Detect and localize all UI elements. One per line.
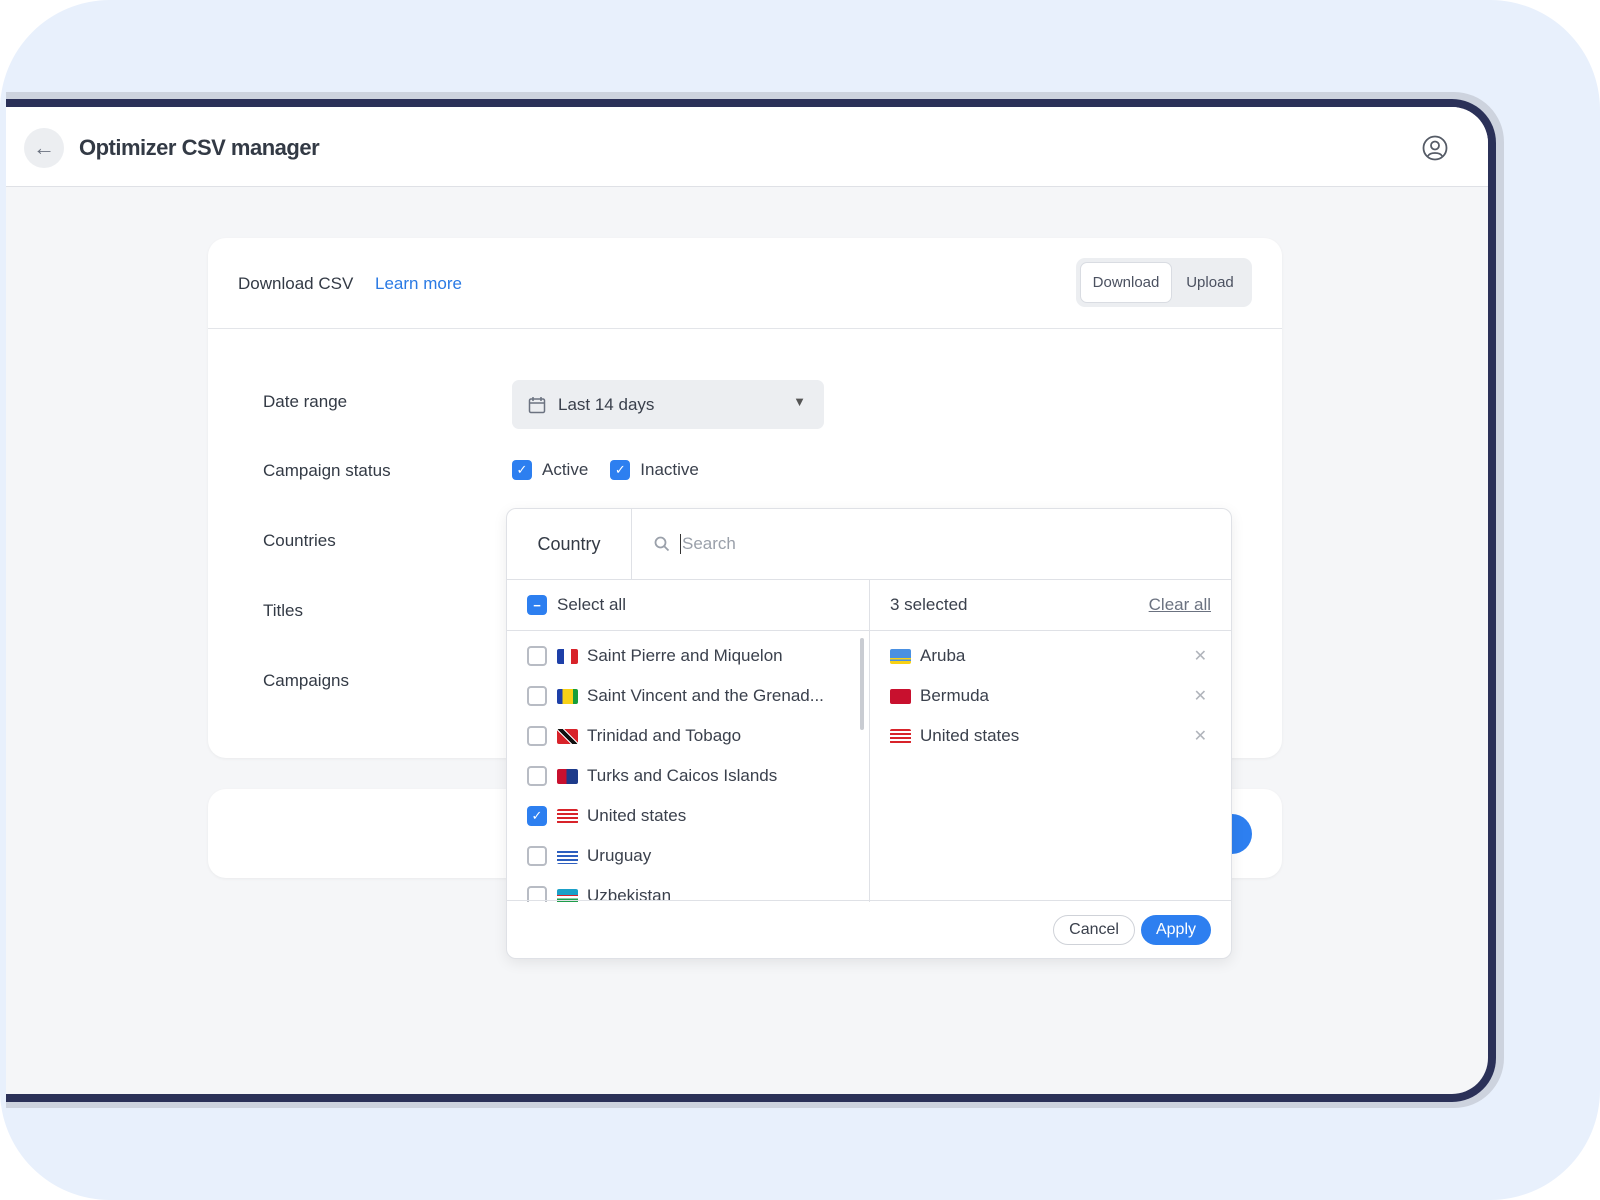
back-button[interactable]: ← [24,128,64,168]
available-countries: − Select all Saint Pierre and Miquelon Sa… [507,580,870,902]
country-dropdown: Country Search − Select all Saint Pierre… [506,508,1232,959]
active-checkbox[interactable]: ✓ [512,460,532,480]
calendar-icon [528,396,546,413]
remove-icon[interactable]: ✕ [1194,726,1207,746]
country-name: Bermuda [920,686,989,705]
search-icon [654,536,670,552]
remove-icon[interactable]: ✕ [1194,686,1207,706]
country-checkbox[interactable] [527,766,547,786]
selected-country-item: Aruba ✕ [870,636,1231,676]
flag-icon [557,688,578,704]
active-label: Active [542,460,589,479]
country-name: United states [920,726,1020,745]
search-input[interactable]: Search [632,509,1231,579]
select-all-row[interactable]: − Select all [507,580,869,631]
date-range-select[interactable]: Last 14 days ▼ [512,380,824,429]
flag-icon [557,848,578,864]
flag-icon [890,688,911,704]
country-checkbox[interactable] [527,646,547,666]
cancel-button[interactable]: Cancel [1053,914,1135,945]
arrow-left-icon: ← [33,135,55,160]
flag-icon [557,728,578,744]
chevron-down-icon: ▼ [793,394,806,409]
country-name: Trinidad and Tobago [587,726,742,745]
country-list-item[interactable]: Uruguay [507,836,869,876]
learn-more-link[interactable]: Learn more [375,274,462,294]
flag-icon [557,808,578,824]
country-list-item[interactable]: ✓ United states [507,796,869,836]
dropdown-header: Country Search [507,509,1231,580]
date-range-label: Date range [263,392,348,411]
flag-icon [557,768,578,784]
campaign-status-label: Campaign status [263,461,391,480]
mode-toggle: Download Upload [1076,258,1252,307]
country-list-item[interactable]: Saint Pierre and Miquelon [507,636,869,676]
country-checkbox[interactable]: ✓ [527,806,547,826]
country-name: Aruba [920,646,966,665]
select-all-label: Select all [557,595,626,614]
scrollbar[interactable] [860,638,864,730]
tab-country[interactable]: Country [507,509,632,579]
date-range-value: Last 14 days [558,394,655,414]
download-tab[interactable]: Download [1080,262,1172,303]
card-header: Download CSV Learn more Download Upload [208,238,1282,329]
remove-icon[interactable]: ✕ [1194,646,1207,666]
campaigns-label: Campaigns [263,671,349,690]
clear-all-link[interactable]: Clear all [1149,595,1211,615]
titles-label: Titles [263,601,303,620]
country-name: Saint Pierre and Miquelon [587,646,783,665]
country-name: Turks and Caicos Islands [587,766,778,785]
country-list-item[interactable]: Turks and Caicos Islands [507,756,869,796]
flag-icon [890,648,911,664]
country-list-item[interactable]: Trinidad and Tobago [507,716,869,756]
inactive-label: Inactive [640,460,699,479]
flag-icon [890,728,911,744]
country-name: Saint Vincent and the Grenad... [587,686,824,705]
country-checkbox[interactable] [527,686,547,706]
country-checkbox[interactable] [527,846,547,866]
selected-country-item: Bermuda ✕ [870,676,1231,716]
country-list-item[interactable]: Saint Vincent and the Grenad... [507,676,869,716]
select-all-checkbox[interactable]: − [527,595,547,615]
card-title: Download CSV [238,274,354,293]
app-screen: ← Optimizer CSV manager Download CSV Lea… [6,107,1488,1094]
user-circle-icon[interactable] [1422,135,1448,161]
country-name: United states [587,806,687,825]
country-list-item[interactable]: Uzbekistan [507,876,869,902]
inactive-checkbox[interactable]: ✓ [610,460,631,480]
flag-icon [557,648,578,664]
search-placeholder: Search [682,534,736,553]
selected-count: 3 selected [890,595,968,614]
country-name: Uruguay [587,846,652,865]
selected-header: 3 selected Clear all [870,580,1231,631]
apply-button[interactable]: Apply [1140,914,1211,945]
app-header: ← Optimizer CSV manager [6,107,1488,187]
dropdown-footer: Cancel Apply [507,900,1231,958]
page-title: Optimizer CSV manager [79,135,320,160]
selected-country-item: United states ✕ [870,716,1231,756]
upload-tab[interactable]: Upload [1172,262,1248,303]
campaign-status-options: ✓ Active ✓ Inactive [512,460,721,480]
selected-countries: 3 selected Clear all Aruba ✕ Bermuda ✕ Unite… [870,580,1231,902]
countries-label: Countries [263,531,336,550]
country-checkbox[interactable] [527,726,547,746]
